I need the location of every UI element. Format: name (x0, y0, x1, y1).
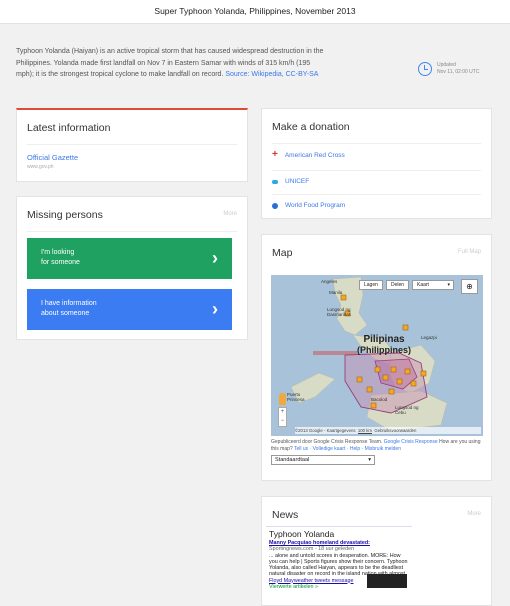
card-title: Map (272, 247, 293, 259)
map-graphic (290, 276, 448, 432)
map-share-button[interactable]: Delen (386, 280, 410, 290)
donation-item-unicef[interactable]: UNICEF (272, 178, 309, 185)
latest-information-card: Latest information Official Gazette www.… (16, 108, 248, 182)
map-view[interactable]: Pilipinas (Philippines) Angeles Manila L… (271, 275, 483, 436)
official-gazette-url: www.gov.ph (27, 164, 54, 170)
news-thumbnail (367, 573, 407, 588)
card-title: Make a donation (272, 121, 350, 133)
donation-card: Make a donation + American Red Cross UNI… (261, 108, 492, 219)
intro-text-block: Typhoon Yolanda (Haiyan) is an active tr… (16, 46, 326, 81)
map-layers-button[interactable]: Lagen (359, 280, 383, 290)
news-widget-title: Typhoon Yolanda (269, 529, 335, 539)
updated-info: Updated Nov 11, 02:00 UTC (418, 62, 479, 76)
map-place-label: Bacolod (371, 397, 388, 402)
map-place-label: Angeles (321, 279, 338, 284)
missing-persons-card: Missing persons More I'm looking for som… (16, 196, 248, 340)
source-link[interactable]: Source: Wikipedia, CC-BY-SA (225, 71, 318, 78)
red-cross-icon: + (272, 149, 278, 160)
map-footer-links[interactable]: Tell us · Volledige kaart · Help · Misbr… (294, 446, 401, 452)
chevron-right-icon: › (212, 299, 218, 319)
map-place-label: Manila (329, 290, 343, 295)
page-header: Super Typhoon Yolanda, Philippines, Nove… (0, 0, 510, 24)
donation-item-wfp[interactable]: World Food Program (272, 202, 345, 209)
map-place-label: Puerto Princesa (287, 392, 305, 402)
zoom-control: + − (278, 407, 287, 427)
updated-label: Updated (437, 62, 456, 68)
map-place-label: Lungsod ng Dasmariñas (327, 307, 352, 317)
chevron-down-icon: ▾ (447, 282, 450, 288)
updated-time: Nov 11, 02:00 UTC (437, 69, 480, 75)
wfp-icon (272, 202, 278, 209)
pegman-icon[interactable] (279, 393, 286, 405)
chevron-down-icon: ▾ (368, 457, 371, 463)
page-title: Super Typhoon Yolanda, Philippines, Nove… (154, 6, 356, 16)
more-link[interactable]: More (223, 211, 237, 217)
language-select[interactable]: Standaardtaal ▾ (271, 455, 375, 465)
map-footer: Gepubliceerd door Google Crisis Response… (271, 439, 481, 465)
more-link[interactable]: More (467, 511, 481, 517)
map-place-label: Lungsod ng Cebu (395, 405, 419, 415)
map-scale: 100 km (357, 428, 372, 434)
map-card: Map Full Map Pilipinas (Philippines) Ang… (261, 234, 492, 481)
zoom-in-button[interactable]: + (279, 408, 286, 417)
news-card: News More Typhoon Yolanda Manny Pacquiao… (261, 496, 492, 606)
map-country-label: Pilipinas (Philippines) (357, 334, 411, 356)
map-copyright: ©2013 Google - Kaartgegevens 100 km Gebr… (295, 427, 481, 434)
map-type-select[interactable]: Kaart ▾ (412, 280, 454, 290)
donation-item-red-cross[interactable]: + American Red Cross (272, 149, 345, 160)
crosshair-icon: ⊕ (466, 282, 473, 291)
full-map-link[interactable]: Full Map (458, 249, 481, 255)
clock-icon (418, 62, 432, 76)
chevron-right-icon: › (212, 248, 218, 268)
map-place-label: Legazpi (421, 335, 437, 340)
crisis-response-link[interactable]: Google Crisis Response (384, 439, 438, 445)
card-title: Missing persons (27, 209, 103, 221)
official-gazette-link[interactable]: Official Gazette (27, 153, 237, 162)
unicef-icon (272, 179, 278, 184)
card-title: Latest information (27, 122, 111, 134)
have-information-button[interactable]: I have information about someone › (27, 289, 232, 330)
map-location-button[interactable]: ⊕ (461, 279, 478, 294)
map-terms-link[interactable]: Gebruiksvoorwaarden (374, 428, 416, 433)
zoom-out-button[interactable]: − (279, 417, 286, 426)
news-widget: Typhoon Yolanda Manny Pacquiao homeland … (266, 526, 412, 603)
card-title: News (272, 509, 299, 521)
looking-for-someone-button[interactable]: I'm looking for someone › (27, 238, 232, 279)
